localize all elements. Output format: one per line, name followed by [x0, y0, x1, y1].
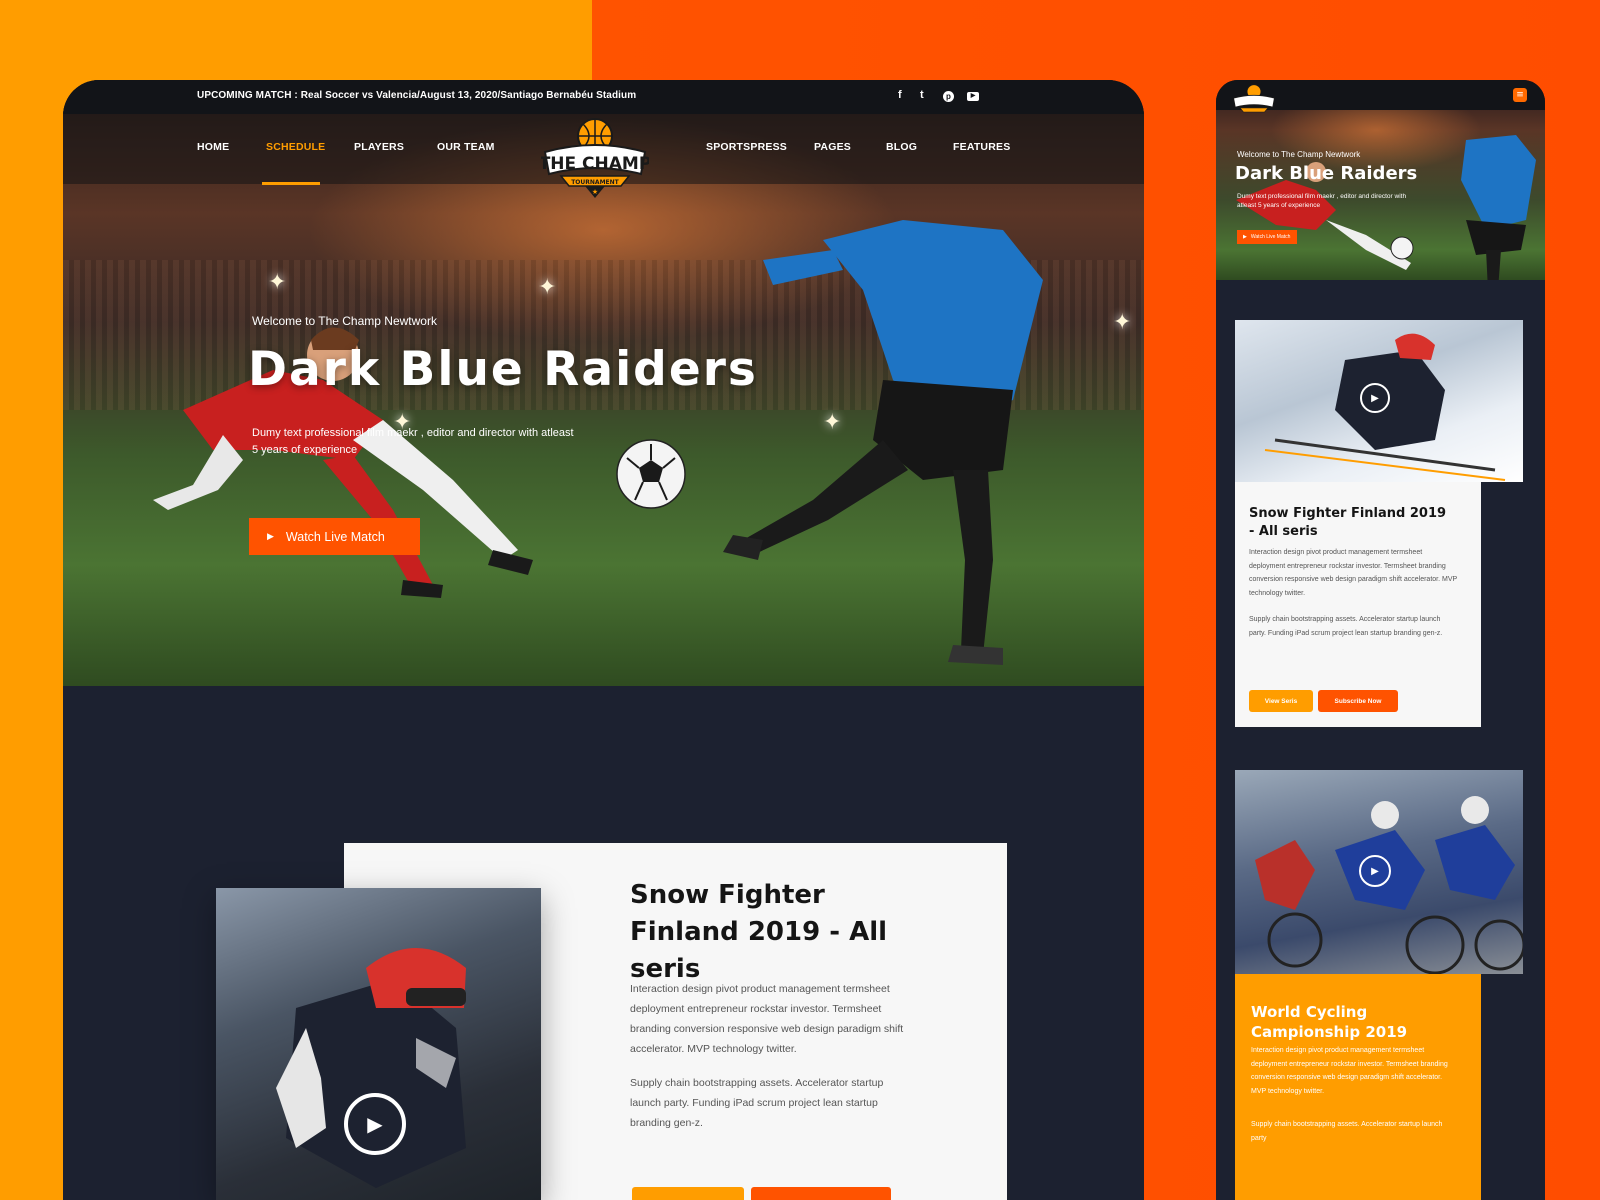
nav-item-home[interactable]: HOME: [197, 141, 229, 153]
mobile-the-champ-logo[interactable]: [1232, 84, 1276, 118]
hero-welcome-text: Welcome to The Champ Newtwork: [252, 314, 437, 328]
mobile-card2-paragraph-2: Supply chain bootstrapping assets. Accel…: [1251, 1121, 1443, 1142]
mobile-mockup: ≡ Welcome to The Champ Newtwork Dark Blu…: [1216, 80, 1545, 1200]
youtube-icon[interactable]: ▶: [967, 92, 979, 101]
subscribe-now-button[interactable]: Subscribe Now: [1318, 690, 1398, 712]
mobile-watch-live-match-button[interactable]: ▶ Watch Live Match: [1237, 230, 1297, 244]
nav-item-pages[interactable]: PAGES: [814, 141, 851, 153]
logo-title: THE CHAMP: [541, 154, 649, 174]
feature-card-paragraph-2: Supply chain bootstrapping assets. Accel…: [630, 1077, 884, 1129]
mobile-skier-image: ▶: [1235, 320, 1523, 482]
subscribe-now-button[interactable]: [751, 1187, 891, 1200]
upcoming-match-text: UPCOMING MATCH : Real Soccer vs Valencia…: [197, 90, 637, 101]
mobile-watch-live-match-label: Watch Live Match: [1250, 234, 1291, 240]
nav-item-blog[interactable]: BLOG: [886, 141, 917, 153]
mobile-card1-paragraph-2: Supply chain bootstrapping assets. Accel…: [1249, 616, 1443, 637]
feature-card-title: Snow Fighter Finland 2019 - All seris: [630, 880, 888, 984]
play-video-icon[interactable]: ▶: [344, 1093, 406, 1155]
mobile-card2-paragraph-1: Interaction design pivot product managem…: [1251, 1047, 1448, 1095]
nav-item-schedule[interactable]: SCHEDULE: [266, 141, 325, 153]
feature-card-paragraph-1: Interaction design pivot product managem…: [630, 983, 904, 1055]
nav-item-players[interactable]: PLAYERS: [354, 141, 404, 153]
upcoming-match-bar: UPCOMING MATCH : Real Soccer vs Valencia…: [63, 80, 1144, 114]
facebook-icon[interactable]: f: [898, 89, 902, 101]
mobile-card2-title: World Cycling Campionship 2019: [1251, 1003, 1408, 1041]
play-icon: ▶: [1243, 234, 1247, 240]
stadium-light: ✦: [1113, 310, 1132, 335]
view-seris-button[interactable]: View Seris: [1249, 690, 1313, 712]
nav-item-our-team[interactable]: OUR TEAM: [437, 141, 495, 153]
pinterest-icon[interactable]: p: [943, 91, 954, 102]
twitter-icon[interactable]: t: [920, 89, 924, 101]
watch-live-match-button[interactable]: ▶ Watch Live Match: [249, 518, 420, 555]
active-nav-underline: [262, 182, 320, 185]
mobile-card1-title: Snow Fighter Finland 2019 - All seris: [1249, 506, 1447, 539]
blue-player-illustration: [723, 220, 1043, 665]
mobile-card1-paragraph-1: Interaction design pivot product managem…: [1249, 549, 1458, 597]
mobile-hero-title: Dark Blue Raiders: [1235, 163, 1418, 184]
mobile-cycling-image: ▶: [1235, 770, 1523, 974]
view-seris-button[interactable]: [632, 1187, 744, 1200]
hero-title: Dark Blue Raiders: [248, 342, 758, 397]
nav-item-features[interactable]: FEATURES: [953, 141, 1010, 153]
logo-subtitle: TOURNAMENT: [571, 179, 619, 186]
watch-live-match-label: Watch Live Match: [285, 529, 385, 544]
play-icon: ▶: [267, 531, 274, 541]
play-video-icon[interactable]: ▶: [1359, 855, 1391, 887]
feature-card-image: ▶: [216, 888, 541, 1200]
mobile-hero-description: Dumy text professional film maekr , edit…: [1237, 193, 1407, 209]
hero-description: Dumy text professional film maekr , edit…: [252, 427, 574, 456]
hamburger-menu-icon[interactable]: ≡: [1513, 88, 1527, 102]
svg-text:★: ★: [592, 188, 598, 196]
soccer-ball-icon: [616, 439, 686, 509]
the-champ-logo[interactable]: THE CHAMP TOURNAMENT ★: [541, 118, 649, 200]
hero-section: ✦ ✦ ✦ ✦ ✦ UPCOMING MATCH: Real Soccer v…: [63, 80, 1144, 686]
nav-item-sportspress[interactable]: SPORTSPRESS: [706, 141, 787, 153]
play-video-icon[interactable]: ▶: [1360, 383, 1390, 413]
mobile-hero-section: ≡ Welcome to The Champ Newtwork Dark Blu…: [1216, 80, 1545, 280]
mobile-hero-welcome-text: Welcome to The Champ Newtwork: [1237, 150, 1361, 159]
